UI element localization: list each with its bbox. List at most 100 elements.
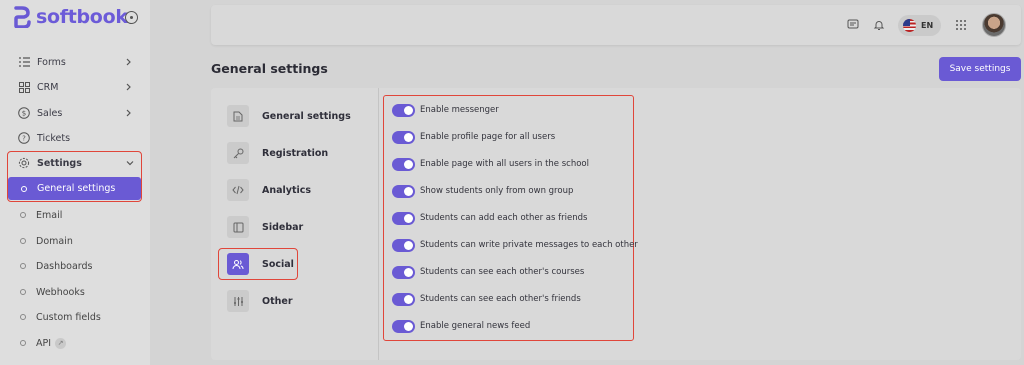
- setting-label: Show students only from own group: [420, 186, 574, 196]
- divider: [378, 88, 379, 360]
- setting-label: Students can add each other as friends: [420, 213, 588, 223]
- tab-label: Registration: [262, 147, 329, 159]
- sidebar-item-label: CRM: [37, 81, 59, 93]
- sidebar-subitem-email[interactable]: Email: [7, 205, 142, 225]
- list-icon: [18, 56, 30, 68]
- own-group-only-toggle[interactable]: [392, 184, 415, 198]
- setting-label: Enable general news feed: [420, 321, 531, 331]
- language-code: EN: [921, 21, 934, 30]
- save-settings-button[interactable]: Save settings: [939, 57, 1021, 81]
- tab-registration[interactable]: Registration: [218, 138, 378, 168]
- chat-icon[interactable]: [847, 19, 859, 31]
- add-friends-toggle[interactable]: [392, 211, 415, 225]
- svg-text:?: ?: [22, 135, 26, 143]
- see-friends-toggle[interactable]: [392, 292, 415, 306]
- tab-other[interactable]: Other: [218, 286, 378, 316]
- setting-label: Enable messenger: [420, 105, 499, 115]
- sidebar-subitem-api[interactable]: API ↗: [7, 333, 142, 353]
- social-settings-panel: Enable messenger Enable profile page for…: [383, 95, 638, 341]
- setting-row: Students can add each other as friends: [392, 211, 587, 225]
- brand-name: softbook: [36, 6, 128, 28]
- tab-general-settings[interactable]: General settings: [218, 101, 378, 131]
- tab-label: Social: [262, 258, 294, 270]
- sidebar-subitem-label: API: [36, 337, 52, 349]
- sidebar-subitem-custom-fields[interactable]: Custom fields: [7, 307, 142, 327]
- tab-social[interactable]: Social: [218, 248, 298, 280]
- language-selector[interactable]: EN: [898, 15, 941, 36]
- setting-row: Enable profile page for all users: [392, 130, 555, 144]
- sidebar-item-tickets[interactable]: ? Tickets: [7, 127, 142, 149]
- page-title: General settings: [211, 61, 328, 76]
- setting-row: Enable page with all users in the school: [392, 157, 589, 171]
- document-icon: [227, 105, 249, 127]
- sidebar-item-crm[interactable]: CRM: [7, 76, 142, 98]
- setting-label: Enable page with all users in the school: [420, 159, 589, 169]
- tab-label: Other: [262, 295, 293, 307]
- tab-label: Sidebar: [262, 221, 304, 233]
- enable-messenger-toggle[interactable]: [392, 103, 415, 117]
- users-icon: [227, 253, 249, 275]
- key-icon: [227, 142, 249, 164]
- sliders-icon: [227, 290, 249, 312]
- sidebar-item-label: Settings: [37, 157, 82, 169]
- sidebar-subitem-webhooks[interactable]: Webhooks: [7, 282, 142, 302]
- chevron-right-icon: [126, 109, 131, 117]
- bullet-icon: [20, 340, 26, 346]
- setting-row: Enable general news feed: [392, 319, 530, 333]
- sidebar-item-sales[interactable]: $ Sales: [7, 102, 142, 124]
- enable-profile-page-toggle[interactable]: [392, 130, 415, 144]
- enable-all-users-page-toggle[interactable]: [392, 157, 415, 171]
- softbook-logo-icon: [14, 6, 31, 28]
- tab-analytics[interactable]: Analytics: [218, 175, 378, 205]
- news-feed-toggle[interactable]: [392, 319, 415, 333]
- bullet-icon: [21, 185, 27, 192]
- setting-label: Enable profile page for all users: [420, 132, 556, 142]
- bell-icon[interactable]: [873, 19, 885, 31]
- see-courses-toggle[interactable]: [392, 265, 415, 279]
- setting-row: Students can write private messages to e…: [392, 238, 638, 252]
- setting-label: Students can write private messages to e…: [420, 240, 638, 250]
- setting-row: Enable messenger: [392, 103, 499, 117]
- bullet-icon: [20, 238, 26, 244]
- setting-row: Students can see each other's friends: [392, 292, 581, 306]
- us-flag-icon: [903, 19, 916, 32]
- sidebar-subitem-domain[interactable]: Domain: [7, 231, 142, 251]
- tab-sidebar[interactable]: Sidebar: [218, 212, 378, 242]
- sidebar-group-settings: Settings General settings: [7, 151, 142, 202]
- code-icon: [227, 179, 249, 201]
- external-link-icon: ↗: [55, 337, 67, 349]
- sidebar-item-forms[interactable]: Forms: [7, 51, 142, 73]
- sidebar: softbook Forms CRM $ Sales ? Tickets Set…: [0, 0, 150, 365]
- bullet-icon: [20, 212, 26, 218]
- sidebar-item-label: Forms: [37, 56, 66, 68]
- dollar-icon: $: [18, 107, 30, 119]
- sidebar-subitem-label: Domain: [36, 235, 73, 247]
- setting-label: Students can see each other's friends: [420, 294, 581, 304]
- svg-text:$: $: [22, 110, 26, 118]
- collapse-sidebar-icon[interactable]: [125, 11, 138, 24]
- user-avatar[interactable]: [982, 13, 1006, 37]
- bullet-icon: [20, 314, 26, 320]
- top-header: EN: [211, 5, 1021, 45]
- sidebar-item-label: Tickets: [37, 132, 71, 144]
- tab-label: General settings: [262, 110, 351, 122]
- sidebar-subitem-dashboards[interactable]: Dashboards: [7, 256, 142, 276]
- tab-label: Analytics: [262, 184, 312, 196]
- question-icon: ?: [18, 132, 30, 144]
- sidebar-subitem-label: General settings: [37, 183, 116, 194]
- chevron-down-icon: [126, 161, 134, 166]
- setting-label: Students can see each other's courses: [420, 267, 585, 277]
- bullet-icon: [20, 263, 26, 269]
- gear-icon: [18, 157, 30, 169]
- logo[interactable]: softbook: [13, 6, 128, 28]
- sidebar-subitem-general-settings[interactable]: General settings: [8, 177, 141, 200]
- sidebar-subitem-label: Email: [36, 209, 63, 221]
- sidebar-subitem-label: Webhooks: [36, 286, 85, 298]
- apps-grid-icon[interactable]: [955, 19, 967, 31]
- sidebar-subitem-label: Custom fields: [36, 311, 101, 323]
- chevron-right-icon: [126, 83, 131, 91]
- sidebar-icon: [227, 216, 249, 238]
- sidebar-item-settings[interactable]: Settings: [8, 152, 141, 174]
- setting-row: Show students only from own group: [392, 184, 573, 198]
- private-messages-toggle[interactable]: [392, 238, 415, 252]
